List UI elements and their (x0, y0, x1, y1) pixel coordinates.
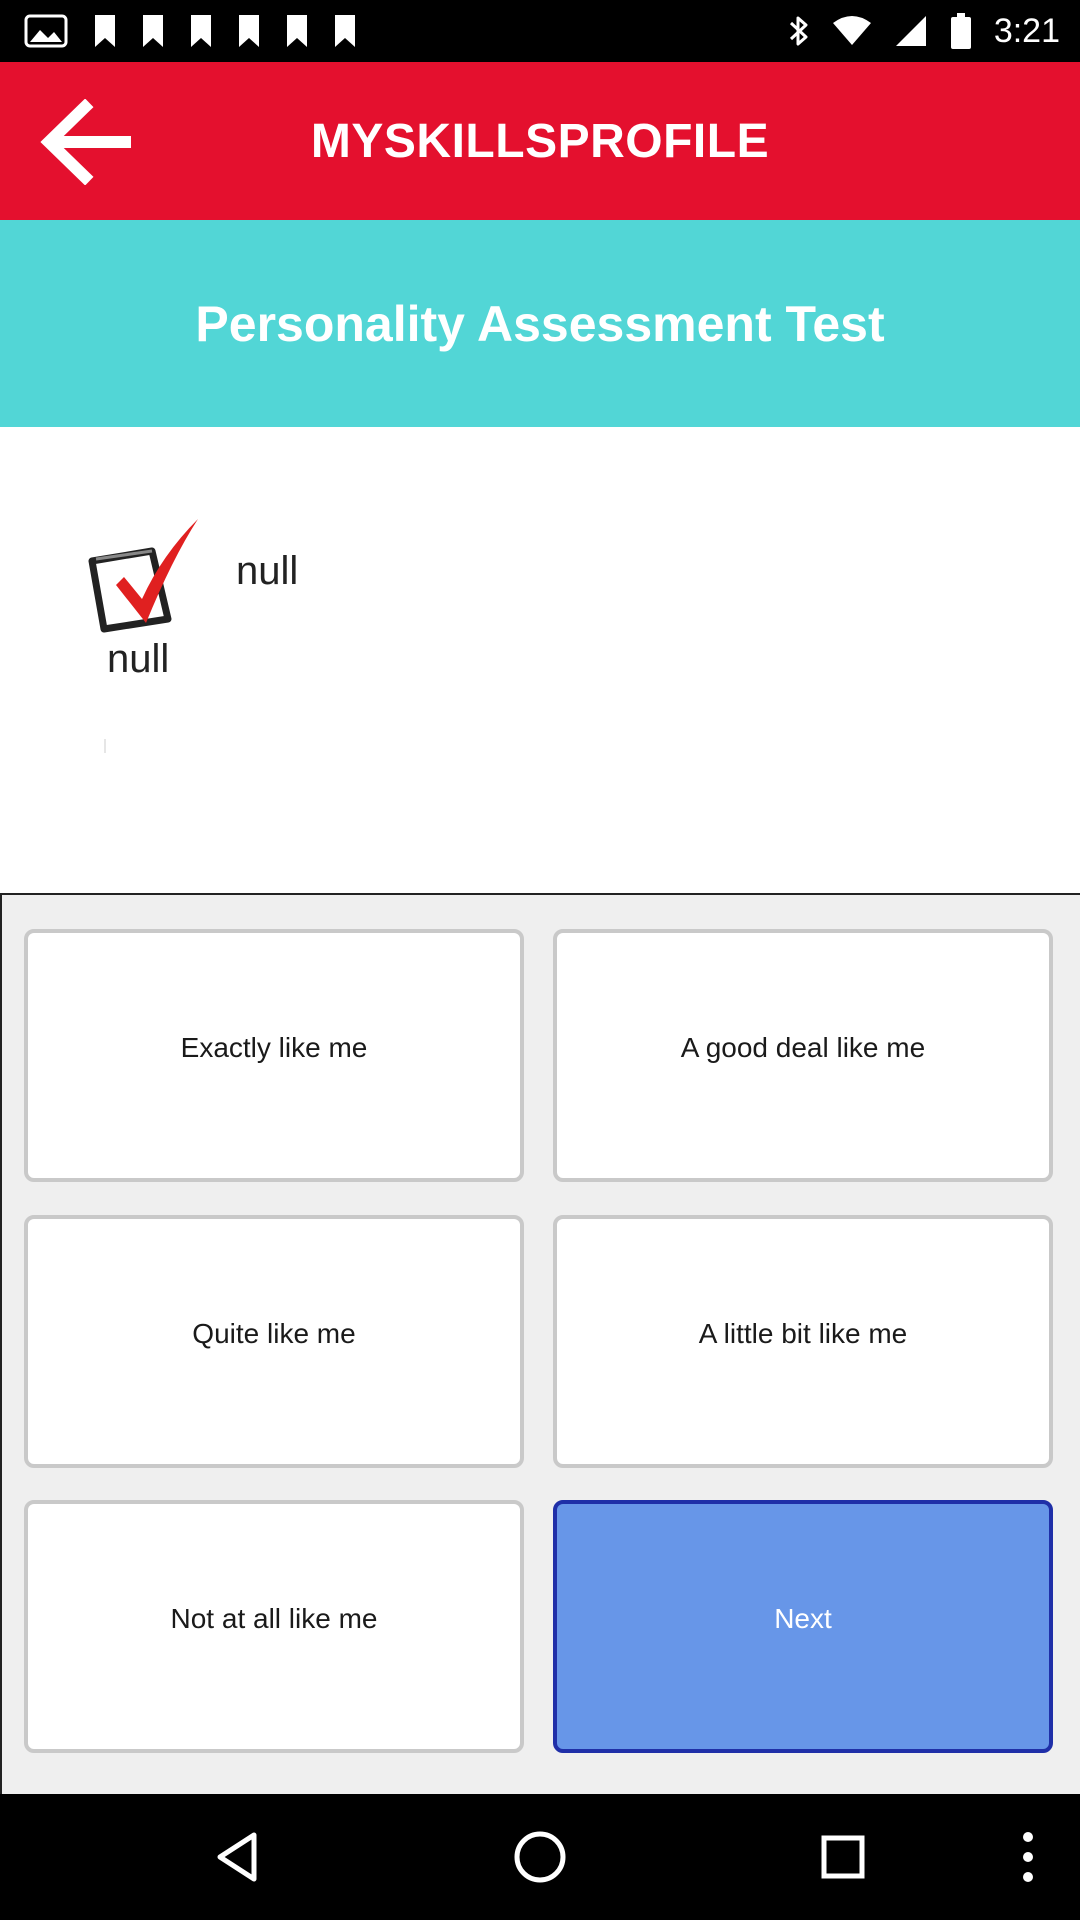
test-header: Personality Assessment Test (0, 220, 1080, 427)
option-label: Quite like me (192, 1317, 356, 1349)
notification-area (24, 10, 356, 52)
nav-more-button[interactable] (998, 1827, 1058, 1887)
app-title: MYSKILLSPROFILE (310, 114, 770, 168)
bookmark-icon (287, 15, 307, 47)
option-label: A good deal like me (680, 1031, 926, 1063)
bookmark-icon (95, 15, 115, 47)
navigation-bar (0, 1794, 1080, 1920)
bookmark-icon (143, 15, 163, 47)
image-icon (24, 14, 68, 48)
question-number: null (107, 637, 170, 681)
bookmark-icon (239, 15, 259, 47)
option-label: Not at all like me (170, 1602, 378, 1634)
bookmark-icon (335, 15, 355, 47)
next-button[interactable]: Next (553, 1500, 1053, 1753)
wifi-icon (832, 16, 871, 45)
divider (104, 739, 106, 753)
next-label: Next (774, 1602, 832, 1634)
option-label: Exactly like me (180, 1031, 368, 1063)
question-text: null (236, 549, 299, 593)
option-not-at-all-like-me-button[interactable]: Not at all like me (24, 1500, 524, 1753)
back-triangle-icon (217, 1832, 257, 1882)
back-button[interactable] (30, 92, 140, 192)
app-bar: MYSKILLSPROFILE (0, 62, 1080, 220)
option-little-bit-like-me-button[interactable]: A little bit like me (553, 1215, 1053, 1468)
question-area: null null (0, 427, 1080, 893)
bluetooth-icon (789, 16, 808, 46)
more-vertical-icon (1023, 1832, 1033, 1882)
option-good-deal-like-me-button[interactable]: A good deal like me (553, 929, 1053, 1182)
test-title: Personality Assessment Test (195, 295, 885, 352)
arrow-left-icon (40, 99, 131, 185)
nav-home-button[interactable] (510, 1827, 570, 1887)
battery-icon (950, 13, 971, 49)
option-exactly-like-me-button[interactable]: Exactly like me (24, 929, 524, 1182)
status-time: 3:21 (993, 11, 1060, 50)
home-circle-icon (514, 1831, 566, 1883)
checkmark-icon (88, 519, 198, 633)
status-bar: 3:21 (0, 0, 1080, 62)
option-quite-like-me-button[interactable]: Quite like me (24, 1215, 524, 1468)
nav-recents-button[interactable] (813, 1827, 873, 1887)
bookmark-icon (191, 15, 211, 47)
recents-square-icon (821, 1835, 865, 1879)
option-label: A little bit like me (698, 1317, 908, 1349)
answer-panel: Exactly like me A good deal like me Quit… (0, 893, 1080, 1794)
nav-back-button[interactable] (207, 1827, 267, 1887)
signal-icon (895, 16, 926, 46)
system-status-area: 3:21 (788, 8, 1060, 54)
